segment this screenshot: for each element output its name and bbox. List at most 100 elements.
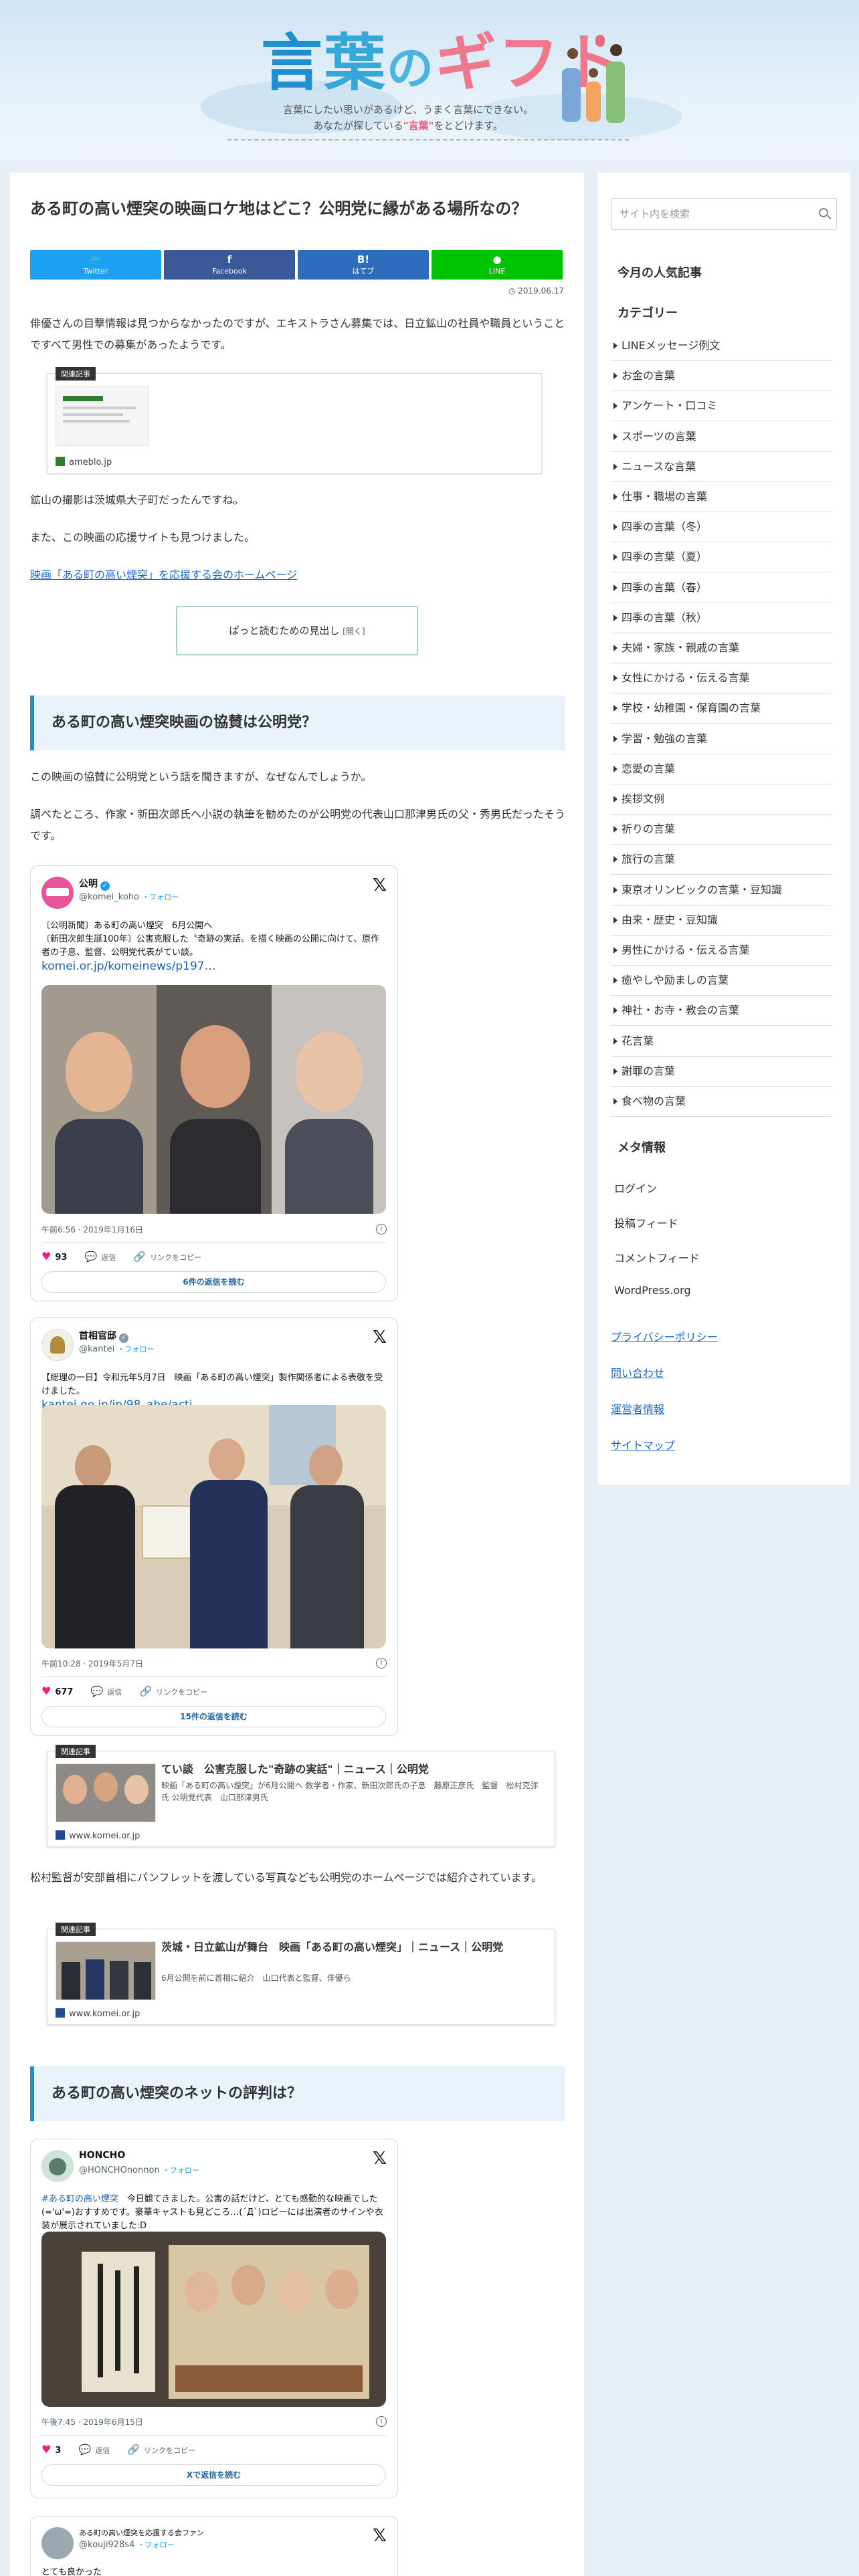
category-item[interactable]: 謝罪の言葉	[611, 1056, 832, 1087]
embedded-tweet[interactable]: ある町の高い煙突を応援する会ファン @kouji928s4 ・フォロー 𝕏 とて…	[30, 2516, 398, 2576]
meta-feed-link[interactable]: 投稿フィード	[614, 1214, 678, 1230]
category-label: 由来・歴史・豆知識	[622, 913, 719, 926]
tweet-author-name[interactable]: HONCHO	[79, 2150, 125, 2161]
avatar[interactable]	[41, 2527, 74, 2559]
category-item[interactable]: アンケート・口コミ	[611, 391, 832, 422]
photo-body	[290, 1485, 364, 1648]
category-item[interactable]: 学習・勉強の言葉	[611, 724, 832, 754]
embedded-tweet[interactable]: 首相官邸 ✓ @kantei ・フォロー 𝕏 【総理の一日】令和元年5月7日 映画…	[30, 1317, 398, 1736]
reply-icon[interactable]: 💬	[91, 1685, 104, 1697]
tweet-image[interactable]	[41, 1405, 386, 1648]
toc-open-toggle[interactable]: [開く]	[343, 627, 365, 636]
category-item[interactable]: 四季の言葉（夏）	[611, 542, 832, 573]
follow-link[interactable]: ・フォロー	[163, 2166, 199, 2175]
blog-card-komei[interactable]: 関連記事 てい談 公害克服した"奇跡の実話"｜ニュース｜公明党 映画「ある町の高…	[47, 1745, 555, 1847]
category-item[interactable]: 旅行の言葉	[611, 844, 832, 875]
heart-icon[interactable]: ♥	[41, 2443, 51, 2456]
link-icon[interactable]: 🔗	[127, 2444, 140, 2456]
blog-card-snippet: 映画「ある町の高い煙突」が6月公開へ 数学者・作家、新田次郎氏の子息 藤原正彦氏…	[161, 1781, 539, 1802]
privacy-policy-link[interactable]: プライバシーポリシー	[611, 1328, 718, 1344]
link-icon[interactable]: 🔗	[139, 1685, 152, 1697]
tweet-timestamp[interactable]: 午前10:28 · 2019年5月7日	[41, 1658, 143, 1669]
avatar[interactable]	[41, 1329, 74, 1361]
table-of-contents[interactable]: ぱっと読むための見出し [開く]	[176, 606, 418, 655]
tweet-author-name[interactable]: 公明 ✓	[79, 877, 110, 891]
info-icon[interactable]: i	[376, 1658, 387, 1669]
link-icon[interactable]: 🔗	[133, 1251, 146, 1263]
category-item[interactable]: ニュースな言葉	[611, 451, 832, 482]
share-twitter-button[interactable]: 🐦 Twitter	[30, 250, 161, 280]
tagline-line: あなたが探している"言葉"をとどけます。	[268, 118, 549, 134]
category-item[interactable]: 祈りの言葉	[611, 814, 832, 845]
category-item[interactable]: 男性にかける・伝える言葉	[611, 935, 832, 966]
share-facebook-button[interactable]: f Facebook	[164, 250, 295, 280]
category-item[interactable]: 四季の言葉（春）	[611, 572, 832, 603]
reply-icon[interactable]: 💬	[79, 2444, 92, 2456]
contact-link[interactable]: 問い合わせ	[611, 1364, 664, 1380]
category-item[interactable]: 花言葉	[611, 1026, 832, 1057]
tagline-line: 言葉にしたい思いがあるけど、うまく言葉にできない。	[282, 104, 534, 116]
category-item[interactable]: 学校・幼稚園・保育園の言葉	[611, 693, 832, 724]
embedded-tweet[interactable]: HONCHO @HONCHOnonnon ・フォロー 𝕏 #ある町の高い煙突 今…	[30, 2139, 398, 2498]
embedded-tweet[interactable]: 公明 ✓ @komei_koho ・フォロー 𝕏 〔公明新聞〕ある町の高い煙突 6…	[30, 865, 398, 1301]
x-logo-icon[interactable]: 𝕏	[373, 877, 387, 894]
operator-info-link[interactable]: 運営者情報	[611, 1400, 664, 1416]
tweet-author-name-text: 公明	[79, 879, 98, 889]
blog-card-ameblo[interactable]: 関連記事 ameblo.jp	[47, 367, 542, 473]
category-item[interactable]: 癒やしや励ましの言葉	[611, 965, 832, 996]
avatar[interactable]	[41, 2150, 74, 2182]
read-replies-button[interactable]: Xで返信を読む	[41, 2464, 386, 2486]
category-item[interactable]: 食べ物の言葉	[611, 1086, 832, 1117]
sitemap-link[interactable]: サイトマップ	[611, 1436, 675, 1453]
category-item[interactable]: 神社・お寺・教会の言葉	[611, 995, 832, 1027]
x-logo-icon[interactable]: 𝕏	[373, 1329, 387, 1346]
category-item[interactable]: LINEメッセージ例文	[611, 330, 832, 361]
share-hatena-button[interactable]: B! はてブ	[298, 250, 429, 280]
category-item[interactable]: 夫婦・家族・親戚の言葉	[611, 633, 832, 663]
category-item[interactable]: 四季の言葉（秋）	[611, 603, 832, 633]
tweet-timestamp[interactable]: 午後7:45 · 2019年6月15日	[41, 2416, 143, 2428]
follow-link[interactable]: ・フォロー	[117, 1345, 154, 1354]
category-item[interactable]: お金の言葉	[611, 360, 832, 392]
category-item[interactable]: 由来・歴史・豆知識	[611, 905, 832, 936]
photo-poster-band	[175, 2365, 363, 2392]
heart-icon[interactable]: ♥	[41, 1685, 51, 1697]
x-logo-icon[interactable]: 𝕏	[373, 2150, 387, 2167]
tweet-hashtag[interactable]: #ある町の高い煙突	[41, 2194, 118, 2204]
category-item[interactable]: 挨拶文例	[611, 784, 832, 815]
tweet-author-name[interactable]: ある町の高い煙突を応援する会ファン	[79, 2527, 204, 2538]
search-icon[interactable]	[819, 208, 828, 217]
category-item[interactable]: 東京オリンピックの言葉・豆知識	[611, 875, 832, 905]
blog-card-title: 茨城・日立鉱山が舞台 映画「ある町の高い煙突」｜ニュース｜公明党	[161, 1941, 504, 1953]
follow-link[interactable]: ・フォロー	[142, 893, 179, 901]
tweet-image[interactable]	[41, 985, 386, 1214]
tweet-link[interactable]: komei.or.jp/komeinews/p197…	[41, 960, 216, 973]
tweet-author-name[interactable]: 首相官邸 ✓	[79, 1329, 128, 1343]
category-label: 癒やしや励ましの言葉	[622, 974, 729, 987]
meta-comment-feed-link[interactable]: コメントフィード	[614, 1249, 700, 1265]
follow-link[interactable]: ・フォロー	[137, 2541, 174, 2549]
search-input[interactable]: サイト内を検索	[611, 198, 837, 230]
category-item[interactable]: 仕事・職場の言葉	[611, 481, 832, 512]
category-item[interactable]: 四季の言葉（冬）	[611, 512, 832, 543]
blog-card-komei-2[interactable]: 関連記事 茨城・日立鉱山が舞台 映画「ある町の高い煙突」｜ニュース｜公明党 6月…	[47, 1923, 555, 2025]
info-icon[interactable]: i	[376, 2416, 387, 2427]
read-replies-button[interactable]: 15件の返信を読む	[41, 1706, 386, 1727]
category-item[interactable]: 恋愛の言葉	[611, 754, 832, 784]
meta-login-link[interactable]: ログイン	[614, 1180, 657, 1196]
support-site-link[interactable]: 映画「ある町の高い煙突」を応援する会のホームページ	[30, 568, 297, 581]
tweet-image[interactable]	[41, 2232, 386, 2407]
info-icon[interactable]: i	[376, 1224, 387, 1235]
photo-face	[231, 2265, 265, 2305]
reply-icon[interactable]: 💬	[85, 1251, 98, 1263]
avatar[interactable]	[41, 877, 74, 909]
category-item[interactable]: 女性にかける・伝える言葉	[611, 663, 832, 694]
x-logo-icon[interactable]: 𝕏	[373, 2527, 387, 2545]
category-item[interactable]: スポーツの言葉	[611, 421, 832, 452]
heart-icon[interactable]: ♥	[41, 1250, 51, 1263]
caret-right-icon	[613, 977, 617, 984]
share-line-button[interactable]: ● LINE	[432, 250, 563, 280]
read-replies-button[interactable]: 6件の返信を読む	[41, 1271, 386, 1293]
tweet-timestamp[interactable]: 午前6:56 · 2019年1月16日	[41, 1224, 143, 1235]
meta-wordpress-link[interactable]: WordPress.org	[614, 1284, 691, 1297]
